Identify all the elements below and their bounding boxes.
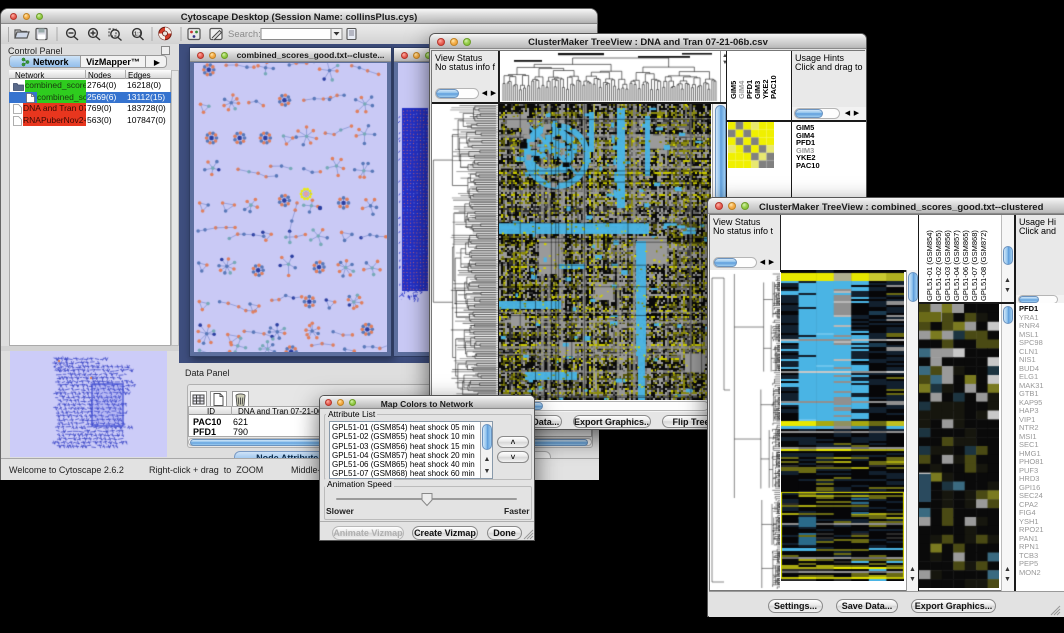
svg-text:Search:: Search: <box>228 29 261 40</box>
svg-text:1:1: 1:1 <box>134 32 142 38</box>
